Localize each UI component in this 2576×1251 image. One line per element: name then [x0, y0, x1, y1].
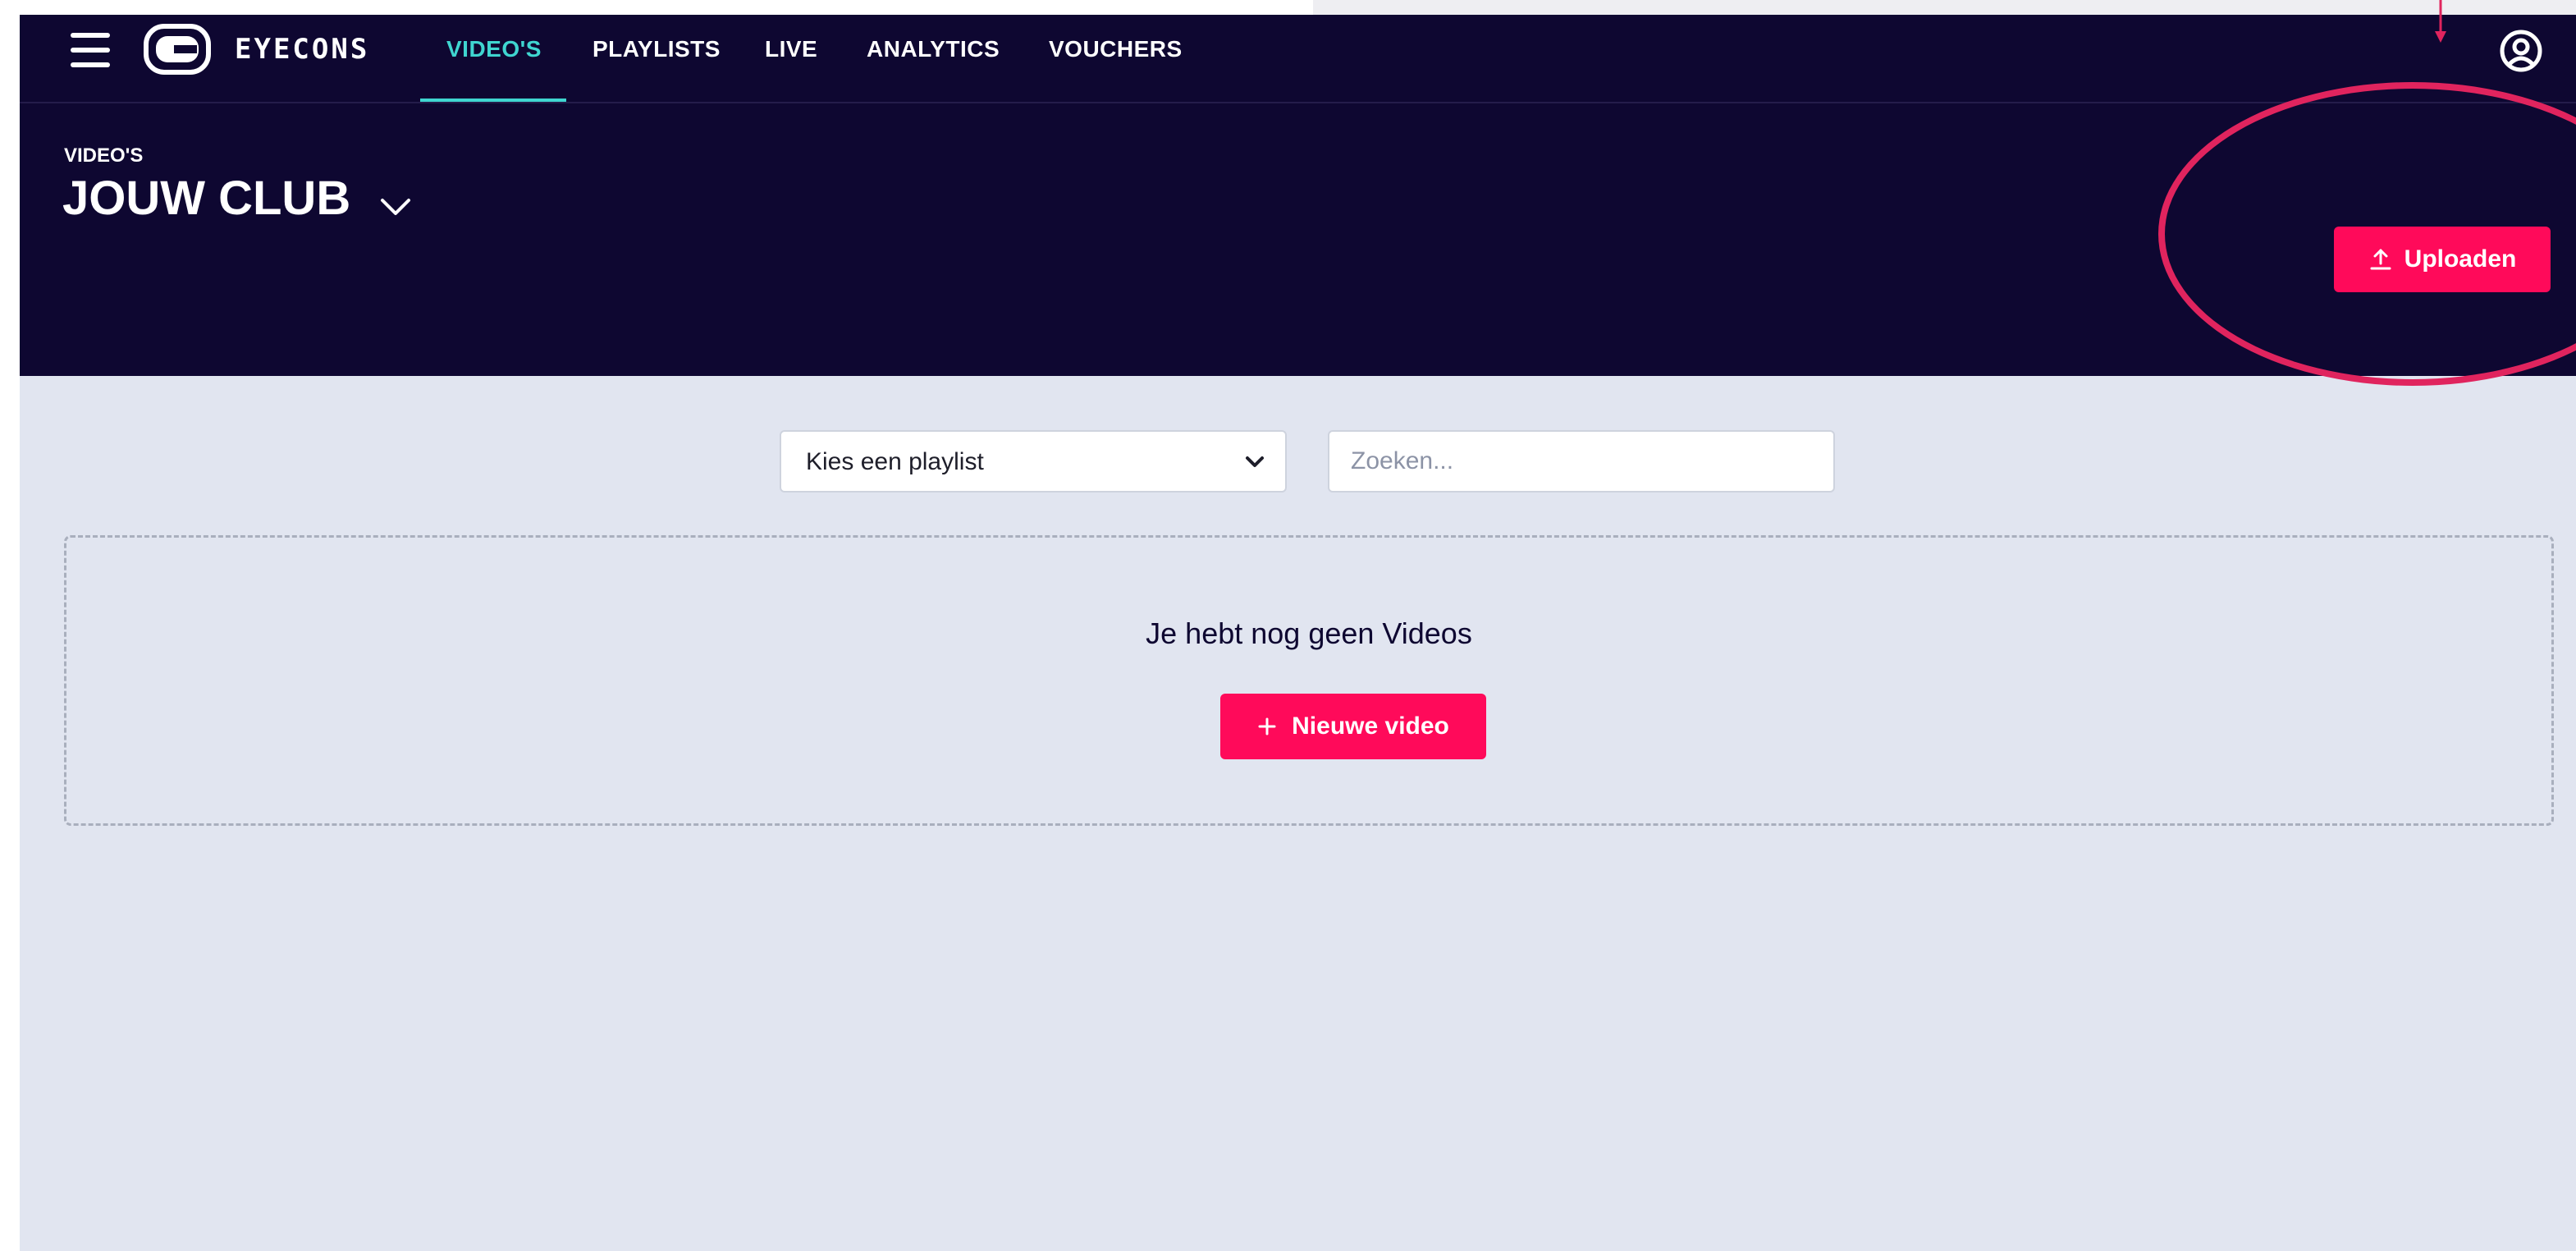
upload-button[interactable]: Uploaden	[2334, 227, 2551, 292]
playlist-select[interactable]: Kies een playlist	[780, 430, 1287, 493]
page-header	[20, 103, 2576, 376]
chevron-down-icon	[1246, 456, 1264, 467]
upload-button-label: Uploaden	[2404, 245, 2517, 273]
nav-tab-analytics[interactable]: ANALYTICS	[867, 36, 1000, 62]
empty-state-container: Je hebt nog geen Videos Nieuwe video	[64, 535, 2554, 826]
new-video-button[interactable]: Nieuwe video	[1220, 694, 1486, 759]
breadcrumb: VIDEO'S	[64, 144, 144, 167]
club-selector-title[interactable]: JOUW CLUB	[62, 171, 350, 226]
upload-icon	[2370, 249, 2391, 270]
eyecons-logo-icon	[144, 24, 211, 75]
nav-tab-vouchers[interactable]: VOUCHERS	[1049, 36, 1183, 62]
chevron-down-icon[interactable]	[377, 189, 414, 225]
new-video-button-label: Nieuwe video	[1292, 713, 1449, 740]
nav-tab-videos[interactable]: VIDEO'S	[446, 36, 542, 62]
plus-icon	[1258, 717, 1276, 735]
brand-name: EYECONS	[235, 33, 370, 66]
annotation-arrow-icon	[2435, 0, 2446, 43]
hamburger-icon[interactable]	[71, 31, 110, 71]
top-navigation-bar: EYECONS VIDEO'S PLAYLISTS LIVE ANALYTICS…	[20, 15, 2576, 103]
screenshot-border	[1313, 0, 2576, 15]
active-tab-indicator	[420, 99, 566, 102]
app-window: EYECONS VIDEO'S PLAYLISTS LIVE ANALYTICS…	[20, 15, 2576, 1251]
empty-state-message: Je hebt nog geen Videos	[1146, 616, 1472, 650]
search-input[interactable]	[1328, 430, 1835, 493]
nav-tab-playlists[interactable]: PLAYLISTS	[593, 36, 721, 62]
playlist-select-value: Kies een playlist	[806, 448, 984, 475]
user-circle-icon[interactable]	[2498, 28, 2544, 74]
nav-tab-live[interactable]: LIVE	[765, 36, 817, 62]
